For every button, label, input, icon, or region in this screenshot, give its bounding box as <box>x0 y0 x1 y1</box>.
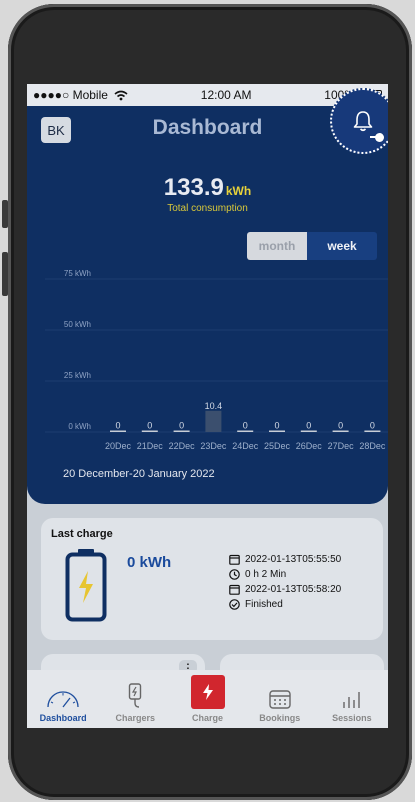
date-range: 20 December-20 January 2022 <box>63 468 215 480</box>
data-label: 0 <box>370 421 375 431</box>
calendar-icon <box>229 584 240 595</box>
charge-duration: 0 h 2 Min <box>245 569 287 580</box>
period-toggle: month week <box>247 232 377 260</box>
data-label: 0 <box>338 421 343 431</box>
y-tick-label: 0 kWh <box>68 422 91 431</box>
status-row: Finished <box>229 599 283 610</box>
bar <box>173 430 190 432</box>
bottom-tab-bar: Dashboard Chargers Charge Bookings Sessi… <box>27 670 388 728</box>
tab-dashboard[interactable]: Dashboard <box>27 670 99 728</box>
y-tick-label: 25 kWh <box>64 371 91 380</box>
x-tick-label: 28Dec <box>359 441 386 451</box>
data-label: 0 <box>306 421 311 431</box>
total-consumption: 133.9 kWh Total consumption <box>27 174 388 214</box>
side-button <box>2 200 8 228</box>
tab-bookings[interactable]: Bookings <box>244 670 316 728</box>
last-charge-card[interactable]: Last charge 0 kWh 2022-01-13T05:55:50 0 … <box>41 518 383 640</box>
bar <box>237 430 254 432</box>
speedometer-icon <box>47 691 79 708</box>
data-label: 0 <box>147 421 152 431</box>
charge-button <box>190 675 225 709</box>
total-unit: kWh <box>225 184 252 198</box>
charge-status: Finished <box>245 599 283 610</box>
x-tick-label: 23Dec <box>200 441 227 451</box>
month-toggle-button[interactable]: month <box>247 232 307 260</box>
wifi-icon <box>114 90 128 100</box>
calendar-icon <box>229 554 240 565</box>
status-time: 12:00 AM <box>200 88 252 102</box>
dashboard-panel: BK Dashboard 133.9 kWh Total consumption … <box>27 106 388 504</box>
x-tick-label: 20Dec <box>105 441 132 451</box>
x-tick-label: 21Dec <box>137 441 164 451</box>
tab-dashboard-label: Dashboard <box>39 713 87 723</box>
notification-button[interactable] <box>330 88 388 154</box>
tab-chargers[interactable]: Chargers <box>99 670 171 728</box>
start-time-row: 2022-01-13T05:55:50 <box>229 554 341 565</box>
lightning-icon <box>202 684 213 700</box>
bar <box>110 430 126 432</box>
last-charge-title: Last charge <box>51 528 113 540</box>
x-tick-label: 22Dec <box>169 441 196 451</box>
clock-icon <box>229 569 240 580</box>
bar <box>269 430 285 432</box>
volume-button <box>2 252 8 296</box>
carrier-label: ●●●●○ Mobile <box>33 88 108 102</box>
y-tick-label: 75 kWh <box>64 269 91 278</box>
status-bar: ●●●●○ Mobile 12:00 AM 100% <box>27 84 388 106</box>
bar <box>141 430 158 432</box>
tab-charge-label: Charge <box>192 713 224 723</box>
total-value: 133.9 <box>163 174 224 201</box>
data-label: 0 <box>274 421 279 431</box>
tab-bookings-label: Bookings <box>259 713 301 723</box>
bar <box>364 430 381 432</box>
consumption-chart: 0 kWh 25 kWh 50 kWh 75 kWh 0 20Dec 0 21Dec 0 22De… <box>45 269 388 451</box>
check-circle-icon <box>229 599 240 610</box>
bar <box>205 410 222 432</box>
charger-plug-icon <box>129 683 142 708</box>
bar-chart-icon <box>343 692 360 708</box>
tab-chargers-label: Chargers <box>115 713 156 723</box>
end-time: 2022-01-13T05:58:20 <box>245 584 342 595</box>
week-toggle-button[interactable]: week <box>307 232 377 260</box>
x-tick-label: 27Dec <box>328 441 355 451</box>
y-tick-label: 50 kWh <box>64 320 91 329</box>
data-label: 0 <box>179 421 184 431</box>
battery-charging-icon <box>65 549 107 622</box>
pointer-dot <box>375 133 384 142</box>
x-tick-label: 25Dec <box>264 441 291 451</box>
data-label: 0 <box>115 421 120 431</box>
start-time: 2022-01-13T05:55:50 <box>245 554 342 565</box>
calendar-icon <box>269 690 291 709</box>
x-tick-label: 26Dec <box>296 441 323 451</box>
bar <box>300 430 317 432</box>
duration-row: 0 h 2 Min <box>229 569 286 580</box>
app-screen: ●●●●○ Mobile 12:00 AM 100% BK Dashboard … <box>27 84 388 728</box>
tab-sessions-label: Sessions <box>332 713 372 723</box>
bell-icon <box>353 111 373 132</box>
bar <box>332 430 349 432</box>
total-label: Total consumption <box>167 203 248 214</box>
last-charge-energy: 0 kWh <box>127 554 172 571</box>
end-time-row: 2022-01-13T05:58:20 <box>229 584 341 595</box>
data-label: 10.4 <box>205 401 223 411</box>
data-label: 0 <box>243 421 248 431</box>
tab-sessions[interactable]: Sessions <box>316 670 388 728</box>
tab-charge[interactable]: Charge <box>171 670 243 728</box>
x-tick-label: 24Dec <box>232 441 259 451</box>
